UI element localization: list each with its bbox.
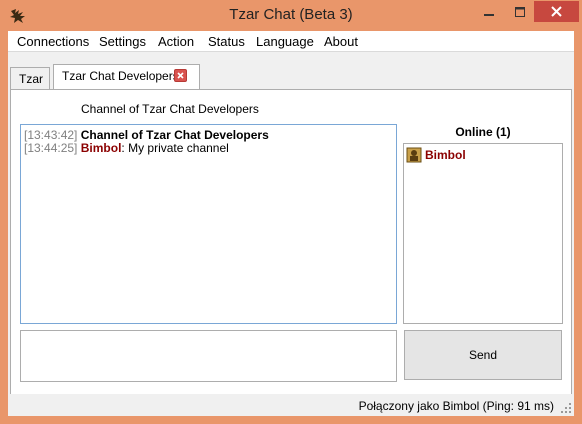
online-label: Online (1) bbox=[455, 125, 511, 139]
message-input[interactable] bbox=[20, 330, 397, 382]
app-window: Tzar Chat (Beta 3) Connections Settings … bbox=[0, 0, 582, 424]
close-icon bbox=[551, 6, 562, 17]
minimize-button[interactable] bbox=[472, 1, 506, 22]
menu-settings[interactable]: Settings bbox=[99, 34, 146, 49]
resize-grip-icon[interactable] bbox=[561, 403, 572, 414]
title-bar[interactable]: Tzar Chat (Beta 3) bbox=[0, 0, 582, 31]
log-timestamp: [13:43:42] bbox=[24, 128, 78, 142]
menu-bar: Connections Settings Action Status Langu… bbox=[8, 31, 574, 52]
minimize-icon bbox=[484, 13, 494, 16]
user-list[interactable]: Bimbol bbox=[403, 143, 563, 324]
log-entry: [13:44:25] Bimbol: My private channel bbox=[24, 142, 396, 155]
close-button[interactable] bbox=[534, 1, 579, 22]
tab-strip: Tzar Tzar Chat Developers bbox=[8, 64, 574, 89]
tab-tzar[interactable]: Tzar bbox=[10, 67, 50, 89]
connection-status: Połączony jako Bimbol (Ping: 91 ms) bbox=[358, 399, 554, 413]
close-icon bbox=[177, 72, 184, 79]
menu-action[interactable]: Action bbox=[158, 34, 194, 49]
maximize-icon bbox=[515, 6, 525, 17]
tab-label: Tzar bbox=[19, 72, 43, 86]
menu-about[interactable]: About bbox=[324, 34, 358, 49]
menu-status[interactable]: Status bbox=[208, 34, 245, 49]
channel-panel: Channel of Tzar Chat Developers [13:43:4… bbox=[10, 89, 572, 405]
user-avatar-icon bbox=[406, 147, 422, 163]
menu-language[interactable]: Language bbox=[256, 34, 314, 49]
log-timestamp: [13:44:25] bbox=[24, 141, 78, 155]
tab-close-button[interactable] bbox=[174, 69, 187, 82]
tab-label: Tzar Chat Developers bbox=[62, 69, 179, 83]
user-name: Bimbol bbox=[425, 148, 466, 162]
menu-connections[interactable]: Connections bbox=[17, 34, 89, 49]
channel-title: Channel of Tzar Chat Developers bbox=[81, 102, 259, 116]
log-username: Bimbol bbox=[80, 141, 122, 155]
log-text: My private channel bbox=[124, 141, 229, 155]
tab-tzar-chat-developers[interactable]: Tzar Chat Developers bbox=[53, 64, 200, 89]
user-list-item[interactable]: Bimbol bbox=[406, 146, 560, 164]
chat-log[interactable]: [13:43:42] Channel of Tzar Chat Develope… bbox=[20, 124, 397, 324]
send-button[interactable]: Send bbox=[404, 330, 562, 380]
client-area: Connections Settings Action Status Langu… bbox=[8, 31, 574, 416]
maximize-button[interactable] bbox=[506, 1, 534, 22]
status-bar: Połączony jako Bimbol (Ping: 91 ms) bbox=[8, 394, 574, 416]
log-text: Channel of Tzar Chat Developers bbox=[80, 128, 269, 142]
